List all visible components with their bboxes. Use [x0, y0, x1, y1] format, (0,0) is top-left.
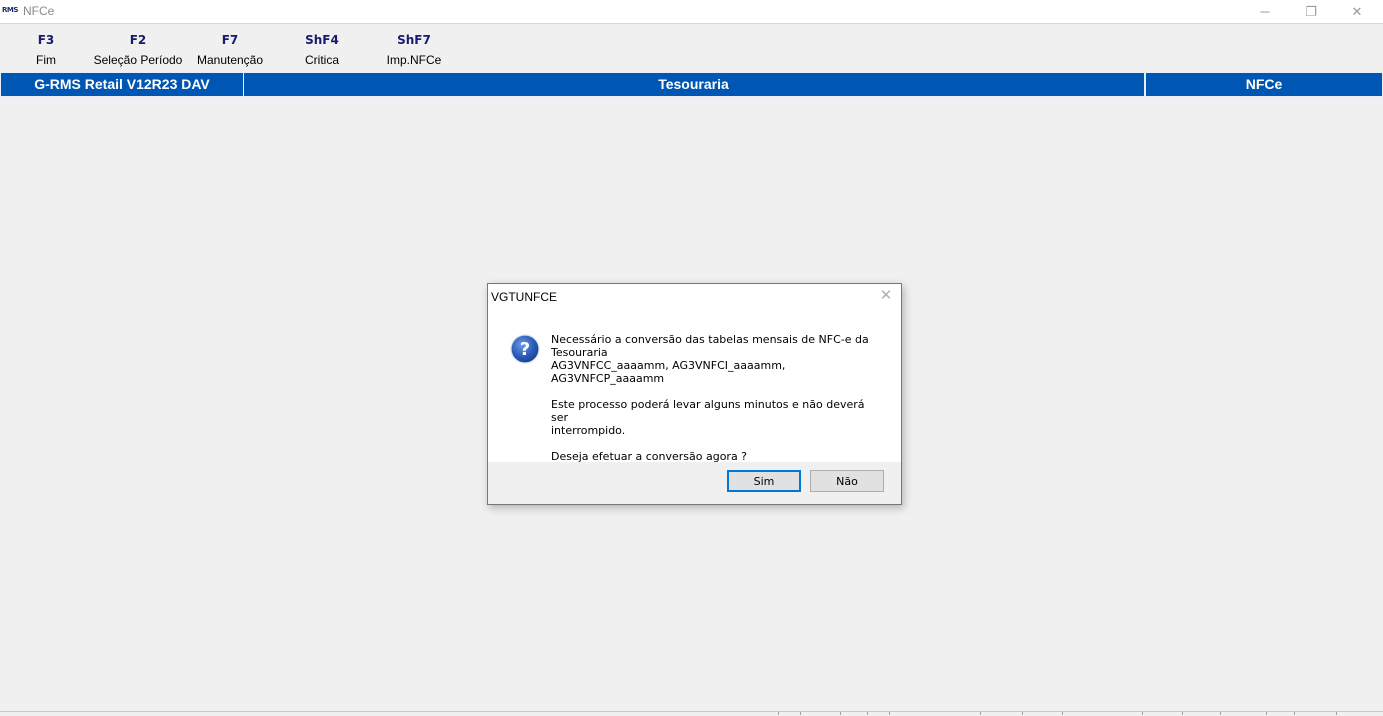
dialog-footer: Sim Não: [488, 462, 901, 504]
message-line: interrompido.: [551, 424, 626, 437]
yes-button[interactable]: Sim: [727, 470, 801, 492]
screen-name-label: NFCe: [1145, 72, 1383, 97]
toolbar-item-critica[interactable]: ShF4 Critica: [290, 30, 354, 72]
confirmation-dialog: VGTUNFCE ✕ ? Necessário a conversão das …: [487, 283, 902, 505]
message-line: Necessário a conversão das tabelas mensa…: [551, 333, 869, 346]
svg-text:?: ?: [520, 339, 530, 360]
fkey-action-label: Manutenção: [196, 53, 264, 67]
app-logo-icon: RMS: [2, 6, 18, 14]
fkey-label: F7: [221, 33, 239, 47]
fkey-label: F3: [37, 33, 55, 47]
minimize-button[interactable]: ─: [1242, 0, 1288, 23]
fkey-action-label: Seleção Período: [93, 53, 183, 67]
message-line: Tesouraria: [551, 346, 608, 359]
message-line: Este processo poderá levar alguns minuto…: [551, 398, 865, 424]
fkey-action-label: Imp.NFCe: [386, 53, 442, 67]
dialog-body: ? Necessário a conversão das tabelas men…: [488, 310, 901, 463]
fkey-label: ShF4: [305, 33, 339, 47]
title-bar: RMS NFCe ─ ❐ ✕: [0, 0, 1383, 24]
message-line: AG3VNFCC_aaaamm, AG3VNFCI_aaaamm, AG3VNF…: [551, 359, 786, 385]
toolbar-item-fim[interactable]: F3 Fim: [20, 30, 72, 72]
fkey-label: F2: [129, 33, 147, 47]
close-window-button[interactable]: ✕: [1334, 0, 1380, 23]
dialog-title: VGTUNFCE: [491, 290, 557, 304]
toolbar-item-manutencao[interactable]: F7 Manutenção: [192, 30, 268, 72]
toolbar-item-imp-nfce[interactable]: ShF7 Imp.NFCe: [380, 30, 448, 72]
window-title: NFCe: [23, 4, 55, 18]
dialog-message: Necessário a conversão das tabelas mensa…: [551, 333, 881, 463]
fkey-action-label: Fim: [36, 53, 56, 67]
header-band: G-RMS Retail V12R23 DAV Tesouraria NFCe: [0, 72, 1383, 97]
restore-button[interactable]: ❐: [1288, 0, 1334, 23]
module-title: Tesouraria: [243, 72, 1145, 97]
fkey-action-label: Critica: [304, 53, 339, 67]
dialog-title-bar: VGTUNFCE ✕: [488, 284, 901, 310]
no-button[interactable]: Não: [810, 470, 884, 492]
fkey-label: ShF7: [397, 33, 431, 47]
status-bar: [0, 711, 1383, 716]
question-icon: ?: [510, 334, 540, 364]
system-version-label: G-RMS Retail V12R23 DAV: [0, 72, 244, 97]
dialog-close-icon[interactable]: ✕: [877, 287, 895, 305]
toolbar-item-selecao-periodo[interactable]: F2 Seleção Período: [88, 30, 188, 72]
